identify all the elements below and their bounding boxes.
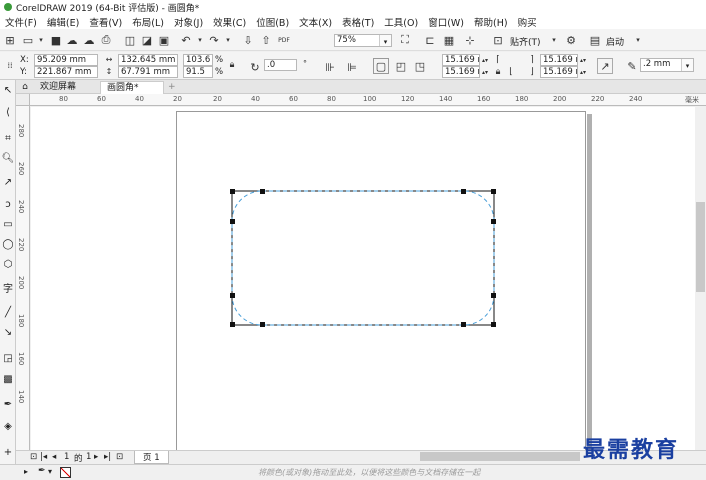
palette-arrow-icon[interactable]: ▸: [24, 467, 28, 476]
first-page-icon[interactable]: ⊡: [30, 452, 37, 462]
drawing-layer: [231, 190, 495, 326]
eyedropper-icon[interactable]: ✒: [38, 466, 46, 476]
total-page-number: 1: [86, 452, 92, 462]
page-last-arrow-icon[interactable]: ▸|: [104, 452, 111, 462]
status-bar: ▸ ✒ ▾ 将颜色(或对象)拖动至此处，以便将这些颜色与文档存储在一起: [0, 464, 706, 480]
corner-node-handle[interactable]: [461, 322, 466, 327]
corner-node-handle[interactable]: [230, 293, 235, 298]
selection-handle[interactable]: [491, 322, 496, 327]
rounded-corner-preview[interactable]: [231, 190, 495, 326]
selection-handle[interactable]: [230, 322, 235, 327]
current-page-number: 1: [64, 452, 70, 462]
corner-node-handle[interactable]: [461, 189, 466, 194]
page-of-label: 的: [74, 454, 83, 464]
page-1-tab[interactable]: 页 1: [134, 451, 169, 464]
page-next-arrow-icon[interactable]: ▸: [94, 452, 98, 462]
corner-node-handle[interactable]: [260, 322, 265, 327]
selection-handle[interactable]: [230, 189, 235, 194]
palette-menu-icon[interactable]: ▾: [48, 467, 52, 476]
watermark-text: 最需教育: [583, 437, 680, 463]
selection-handle[interactable]: [491, 189, 496, 194]
corner-node-handle[interactable]: [230, 219, 235, 224]
page-prev-arrow-icon[interactable]: ◂: [52, 452, 56, 462]
corner-node-handle[interactable]: [491, 293, 496, 298]
corner-node-handle[interactable]: [491, 219, 496, 224]
no-color-swatch[interactable]: [60, 467, 71, 478]
bounding-rectangle[interactable]: [231, 190, 495, 326]
page-first-arrow-icon[interactable]: |◂: [40, 452, 47, 462]
vertical-scrollbar[interactable]: [695, 107, 706, 450]
horizontal-scroll-thumb[interactable]: [420, 452, 580, 461]
document-palette-hint: 将颜色(或对象)拖动至此处，以便将这些颜色与文档存储在一起: [258, 468, 481, 477]
vertical-scroll-thumb[interactable]: [696, 202, 705, 292]
add-page-icon[interactable]: ⊡: [116, 452, 123, 462]
corner-node-handle[interactable]: [260, 189, 265, 194]
